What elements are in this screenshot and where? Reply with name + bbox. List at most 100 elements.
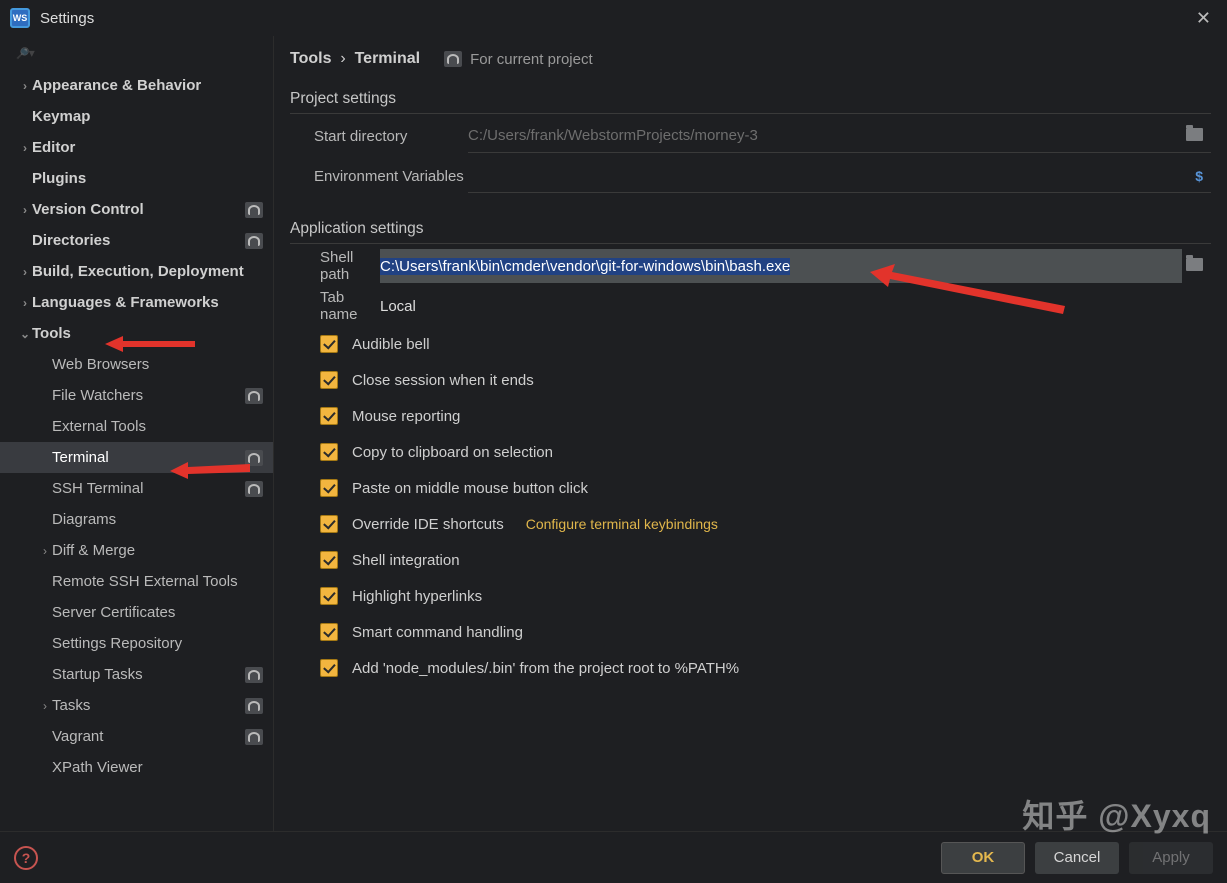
checkbox-label: Close session when it ends bbox=[352, 372, 534, 389]
project-icon bbox=[245, 667, 263, 683]
sidebar-item-startup-tasks[interactable]: Startup Tasks bbox=[0, 659, 273, 690]
sidebar-item-version-control[interactable]: ›Version Control bbox=[0, 194, 273, 225]
sidebar-item-label: Editor bbox=[32, 139, 75, 156]
cancel-button[interactable]: Cancel bbox=[1035, 842, 1119, 874]
checkbox[interactable] bbox=[320, 479, 338, 497]
search-input[interactable]: ▾ bbox=[0, 36, 273, 70]
project-icon bbox=[245, 450, 263, 466]
configure-keybindings-link[interactable]: Configure terminal keybindings bbox=[526, 516, 718, 532]
checkbox-label: Audible bell bbox=[352, 336, 430, 353]
chevron-right-icon: › bbox=[18, 203, 32, 217]
sidebar-item-directories[interactable]: Directories bbox=[0, 225, 273, 256]
sidebar-item-build-execution-deployment[interactable]: ›Build, Execution, Deployment bbox=[0, 256, 273, 287]
sidebar-item-label: Web Browsers bbox=[52, 356, 149, 373]
sidebar-item-label: Keymap bbox=[32, 108, 90, 125]
sidebar-item-server-certificates[interactable]: Server Certificates bbox=[0, 597, 273, 628]
sidebar-item-file-watchers[interactable]: File Watchers bbox=[0, 380, 273, 411]
chevron-right-icon: › bbox=[38, 544, 52, 558]
checkbox-label: Paste on middle mouse button click bbox=[352, 480, 588, 497]
checkbox[interactable] bbox=[320, 515, 338, 533]
sidebar-item-settings-repository[interactable]: Settings Repository bbox=[0, 628, 273, 659]
breadcrumb: Tools › Terminal bbox=[290, 50, 420, 68]
shell-path-label: Shell path bbox=[290, 249, 380, 283]
sidebar-item-ssh-terminal[interactable]: SSH Terminal bbox=[0, 473, 273, 504]
sidebar-item-label: Version Control bbox=[32, 201, 144, 218]
checkbox[interactable] bbox=[320, 623, 338, 641]
sidebar-item-languages-frameworks[interactable]: ›Languages & Frameworks bbox=[0, 287, 273, 318]
sidebar-item-xpath-viewer[interactable]: XPath Viewer bbox=[0, 752, 273, 783]
settings-sidebar: ▾ ›Appearance & BehaviorKeymap›EditorPlu… bbox=[0, 36, 274, 831]
sidebar-item-label: Vagrant bbox=[52, 728, 103, 745]
project-icon bbox=[245, 698, 263, 714]
checkbox-label: Smart command handling bbox=[352, 624, 523, 641]
sidebar-item-remote-ssh-external-tools[interactable]: Remote SSH External Tools bbox=[0, 566, 273, 597]
env-expand-icon[interactable]: $ bbox=[1191, 168, 1207, 184]
sidebar-item-editor[interactable]: ›Editor bbox=[0, 132, 273, 163]
sidebar-item-tools[interactable]: ⌄Tools bbox=[0, 318, 273, 349]
for-current-project-label: For current project bbox=[444, 51, 593, 68]
sidebar-item-vagrant[interactable]: Vagrant bbox=[0, 721, 273, 752]
checkbox[interactable] bbox=[320, 335, 338, 353]
start-directory-label: Start directory bbox=[290, 128, 468, 145]
env-variables-input[interactable] bbox=[468, 159, 1191, 192]
checkbox-label: Copy to clipboard on selection bbox=[352, 444, 553, 461]
checkbox[interactable] bbox=[320, 551, 338, 569]
shell-path-input[interactable] bbox=[380, 249, 1182, 283]
env-variables-label: Environment Variables bbox=[290, 168, 468, 185]
settings-content: Tools › Terminal For current project Pro… bbox=[274, 36, 1227, 831]
sidebar-item-label: XPath Viewer bbox=[52, 759, 143, 776]
sidebar-item-label: Diff & Merge bbox=[52, 542, 135, 559]
sidebar-item-label: Languages & Frameworks bbox=[32, 294, 219, 311]
project-icon bbox=[245, 202, 263, 218]
ok-button[interactable]: OK bbox=[941, 842, 1025, 874]
chevron-right-icon: › bbox=[38, 699, 52, 713]
sidebar-item-external-tools[interactable]: External Tools bbox=[0, 411, 273, 442]
sidebar-item-terminal[interactable]: Terminal bbox=[0, 442, 273, 473]
sidebar-item-label: SSH Terminal bbox=[52, 480, 143, 497]
sidebar-item-label: Startup Tasks bbox=[52, 666, 143, 683]
checkbox-label: Override IDE shortcuts bbox=[352, 516, 504, 533]
sidebar-item-tasks[interactable]: ›Tasks bbox=[0, 690, 273, 721]
checkbox-label: Shell integration bbox=[352, 552, 460, 569]
sidebar-item-label: Remote SSH External Tools bbox=[52, 573, 238, 590]
checkbox-label: Highlight hyperlinks bbox=[352, 588, 482, 605]
checkbox[interactable] bbox=[320, 443, 338, 461]
close-icon[interactable]: ✕ bbox=[1190, 6, 1217, 31]
sidebar-item-label: Build, Execution, Deployment bbox=[32, 263, 244, 280]
project-settings-title: Project settings bbox=[290, 84, 1211, 114]
sidebar-item-appearance-behavior[interactable]: ›Appearance & Behavior bbox=[0, 70, 273, 101]
sidebar-item-label: Directories bbox=[32, 232, 110, 249]
project-icon bbox=[444, 51, 462, 67]
chevron-right-icon: › bbox=[18, 79, 32, 93]
sidebar-item-keymap[interactable]: Keymap bbox=[0, 101, 273, 132]
project-icon bbox=[245, 388, 263, 404]
checkbox[interactable] bbox=[320, 407, 338, 425]
checkbox[interactable] bbox=[320, 659, 338, 677]
tab-name-input[interactable] bbox=[380, 289, 1207, 323]
chevron-right-icon: › bbox=[18, 296, 32, 310]
chevron-right-icon: › bbox=[18, 265, 32, 279]
sidebar-item-diff-merge[interactable]: ›Diff & Merge bbox=[0, 535, 273, 566]
sidebar-item-label: Terminal bbox=[52, 449, 109, 466]
checkbox[interactable] bbox=[320, 587, 338, 605]
sidebar-item-label: Settings Repository bbox=[52, 635, 182, 652]
start-directory-input[interactable] bbox=[468, 119, 1182, 152]
application-settings-title: Application settings bbox=[290, 214, 1211, 244]
folder-icon[interactable] bbox=[1182, 128, 1207, 144]
checkbox[interactable] bbox=[320, 371, 338, 389]
sidebar-item-label: Server Certificates bbox=[52, 604, 175, 621]
sidebar-item-plugins[interactable]: Plugins bbox=[0, 163, 273, 194]
sidebar-item-label: Plugins bbox=[32, 170, 86, 187]
checkbox-label: Add 'node_modules/.bin' from the project… bbox=[352, 660, 739, 677]
help-icon[interactable]: ? bbox=[14, 846, 38, 870]
sidebar-item-diagrams[interactable]: Diagrams bbox=[0, 504, 273, 535]
sidebar-item-label: Appearance & Behavior bbox=[32, 77, 201, 94]
folder-icon[interactable] bbox=[1182, 258, 1207, 274]
sidebar-item-label: Tools bbox=[32, 325, 71, 342]
sidebar-item-label: External Tools bbox=[52, 418, 146, 435]
app-logo: WS bbox=[10, 8, 30, 28]
sidebar-item-web-browsers[interactable]: Web Browsers bbox=[0, 349, 273, 380]
tab-name-label: Tab name bbox=[290, 289, 380, 323]
checkbox-label: Mouse reporting bbox=[352, 408, 460, 425]
chevron-right-icon: › bbox=[18, 141, 32, 155]
